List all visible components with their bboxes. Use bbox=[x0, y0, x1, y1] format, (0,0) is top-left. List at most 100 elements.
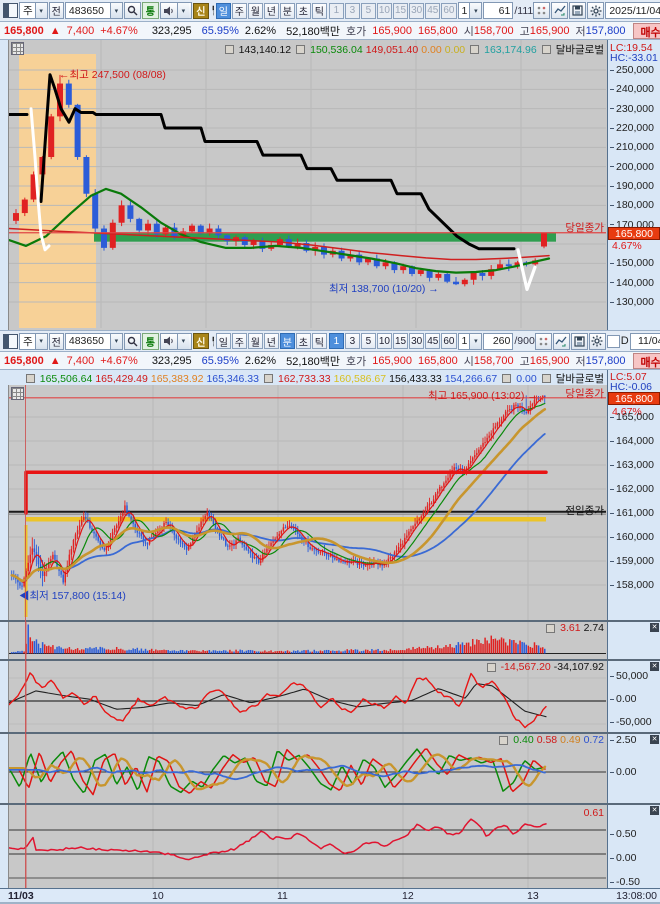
tab-분[interactable]: 분 bbox=[279, 2, 295, 19]
jeon-button[interactable]: 전 bbox=[48, 2, 64, 19]
visible-count-input[interactable]: 61 bbox=[483, 2, 514, 19]
compare-icon[interactable] bbox=[534, 332, 552, 350]
jeon-button[interactable]: 전 bbox=[48, 332, 64, 350]
panel-close-icon[interactable] bbox=[650, 623, 659, 632]
time-axis[interactable]: 11/03 10 11 12 13 13:08:00 bbox=[0, 888, 660, 902]
tab-주[interactable]: 주 bbox=[231, 2, 247, 19]
tong-button[interactable]: 통 bbox=[141, 332, 159, 350]
speaker-icon[interactable]: ▾ bbox=[159, 2, 192, 19]
y-axis-tick: 165,000 bbox=[610, 411, 654, 423]
interval-1[interactable]: 1 bbox=[328, 2, 344, 19]
panel-close-icon[interactable] bbox=[650, 735, 659, 744]
tab-월[interactable]: 월 bbox=[247, 333, 263, 349]
buy-button[interactable]: 매수 bbox=[633, 22, 660, 39]
legend-checkbox-icon[interactable] bbox=[502, 374, 512, 383]
daily-chart-region: ←최고 247,500 (08/08) 최저 138,700 (10/20) →… bbox=[0, 40, 660, 330]
d-checkbox[interactable] bbox=[606, 334, 620, 348]
ratio-panel-plot[interactable] bbox=[8, 805, 607, 888]
visible-count-input[interactable]: 260 bbox=[483, 332, 514, 350]
interval-15[interactable]: 15 bbox=[393, 333, 409, 349]
interval-dropdown[interactable]: 1 ▾ bbox=[457, 332, 483, 350]
tab-초[interactable]: 초 bbox=[295, 333, 311, 349]
legend-checkbox-icon[interactable] bbox=[224, 45, 234, 54]
interval-30[interactable]: 30 bbox=[409, 2, 425, 19]
interval-10[interactable]: 10 bbox=[376, 2, 392, 19]
compare-icon[interactable] bbox=[533, 2, 551, 19]
legend-checkbox-icon[interactable] bbox=[470, 45, 480, 54]
tab-초[interactable]: 초 bbox=[295, 2, 311, 19]
date-input[interactable]: 2025/11/04 bbox=[605, 2, 660, 19]
tab-월[interactable]: 월 bbox=[247, 2, 263, 19]
volume-bars-chart[interactable] bbox=[9, 622, 606, 659]
chevron-down-icon: ▾ bbox=[109, 333, 122, 349]
period-high-label: ←최고 247,500 (08/08) bbox=[59, 69, 166, 81]
buy-button[interactable]: 매수 bbox=[633, 352, 660, 369]
search-icon[interactable] bbox=[123, 2, 141, 19]
daily-chart-plot[interactable]: ←최고 247,500 (08/08) 최저 138,700 (10/20) →… bbox=[8, 40, 607, 330]
interval-dropdown[interactable]: 1 ▾ bbox=[457, 2, 483, 19]
period-dropdown[interactable]: 주 ▾ bbox=[19, 2, 48, 19]
speaker-icon[interactable]: ▾ bbox=[159, 332, 192, 350]
legend-checkbox-icon[interactable] bbox=[264, 374, 273, 383]
y-axis-tick: 160,000 bbox=[610, 531, 654, 543]
minute-chart-plot[interactable]: 최고 165,900 (13:02) → 당일종가 전일종가 ◀최저 157,8… bbox=[8, 385, 607, 620]
tab-주[interactable]: 주 bbox=[231, 333, 247, 349]
legend-checkbox-icon[interactable] bbox=[486, 662, 496, 672]
chart-grid-icon[interactable] bbox=[11, 42, 24, 55]
interval-5[interactable]: 5 bbox=[360, 333, 376, 349]
interval-3[interactable]: 3 bbox=[344, 2, 360, 19]
interval-3[interactable]: 3 bbox=[344, 333, 360, 349]
legend-checkbox-icon[interactable] bbox=[499, 735, 509, 745]
draw-tool-icon[interactable] bbox=[551, 2, 569, 19]
minute-y-axis[interactable]: LC:5.07 HC:-0.06 165,800 4.67% 165,00016… bbox=[607, 370, 660, 888]
minute-candle-chart[interactable] bbox=[9, 385, 606, 620]
legend-checkbox-icon[interactable] bbox=[25, 374, 35, 383]
legend-value: 165,383.92 bbox=[150, 372, 204, 385]
tab-일[interactable]: 일 bbox=[215, 333, 231, 349]
interval-30[interactable]: 30 bbox=[409, 333, 425, 349]
daily-candle-chart[interactable] bbox=[9, 40, 606, 328]
settings-gear-icon[interactable] bbox=[588, 332, 606, 350]
tong-button[interactable]: 통 bbox=[141, 2, 159, 19]
search-icon[interactable] bbox=[123, 332, 141, 350]
settings-gear-icon[interactable] bbox=[587, 2, 605, 19]
panel-close-icon[interactable] bbox=[650, 806, 659, 815]
period-dropdown[interactable]: 주 ▾ bbox=[19, 332, 48, 350]
panel-close-icon[interactable] bbox=[650, 662, 659, 671]
interval-1[interactable]: 1 bbox=[328, 333, 344, 349]
legend-checkbox-icon[interactable] bbox=[541, 45, 551, 54]
tab-틱[interactable]: 틱 bbox=[311, 2, 327, 19]
interval-10[interactable]: 10 bbox=[376, 333, 392, 349]
tab-일[interactable]: 일 bbox=[215, 2, 231, 19]
chart-grid-icon[interactable] bbox=[11, 387, 24, 400]
legend-checkbox-icon[interactable] bbox=[546, 623, 556, 633]
legend-checkbox-icon[interactable] bbox=[541, 374, 551, 383]
draw-tool-icon[interactable] bbox=[552, 332, 570, 350]
ratio-line-chart[interactable] bbox=[9, 805, 606, 888]
tab-년[interactable]: 년 bbox=[263, 333, 279, 349]
save-icon[interactable] bbox=[569, 2, 587, 19]
interval-60[interactable]: 60 bbox=[441, 2, 457, 19]
window-layout-icon[interactable] bbox=[3, 3, 18, 18]
volume-panel-plot[interactable] bbox=[8, 622, 607, 659]
legend-checkbox-icon[interactable] bbox=[296, 45, 306, 54]
interval-45[interactable]: 45 bbox=[425, 2, 441, 19]
tab-분[interactable]: 분 bbox=[279, 333, 295, 349]
legend-value: 156,433.33 bbox=[389, 372, 442, 385]
price-change: 7,400 bbox=[66, 24, 95, 37]
toolbar-daily-chart: 주▾ 전 483650▾ 통 ▾ 신 달바글로벌 일주월년분초틱 1351015… bbox=[0, 0, 660, 22]
tab-년[interactable]: 년 bbox=[263, 2, 279, 19]
date-input[interactable]: 11/04 bbox=[629, 332, 660, 350]
tab-틱[interactable]: 틱 bbox=[311, 333, 327, 349]
interval-60[interactable]: 60 bbox=[441, 333, 457, 349]
save-icon[interactable] bbox=[570, 332, 588, 350]
daily-y-axis[interactable]: LC:19.54 HC:-33.01 250,000 240,000 230,000… bbox=[607, 40, 660, 330]
interval-45[interactable]: 45 bbox=[425, 333, 441, 349]
interval-5[interactable]: 5 bbox=[360, 2, 376, 19]
window-layout-icon[interactable] bbox=[3, 333, 18, 349]
interval-15[interactable]: 15 bbox=[393, 2, 409, 19]
stock-code-combo[interactable]: 483650 ▾ bbox=[64, 332, 123, 350]
price-info-row-bottom: 165,800 ▲ 7,400 +4.67% 323,295 65.95% 2.… bbox=[0, 352, 660, 370]
stock-code-combo[interactable]: 483650 ▾ bbox=[64, 2, 123, 19]
current-time-label: 13:08:00 bbox=[616, 890, 657, 902]
